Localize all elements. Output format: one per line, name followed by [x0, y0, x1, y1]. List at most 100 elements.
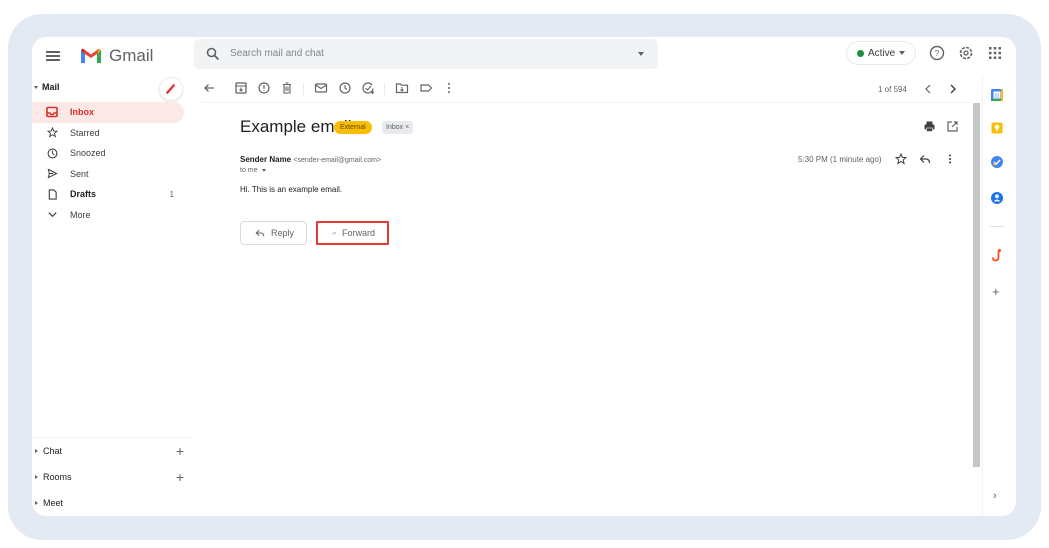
search-icon[interactable] — [206, 47, 220, 61]
sidebar-item-label: Inbox — [70, 107, 94, 118]
side-panel-divider — [982, 77, 983, 516]
app-name: Gmail — [109, 46, 154, 65]
sidebar-divider — [32, 437, 192, 438]
chevron-down-icon — [261, 168, 266, 172]
main-menu-icon[interactable] — [46, 51, 60, 61]
reply-icon[interactable] — [919, 153, 931, 165]
snooze-icon[interactable] — [338, 81, 352, 95]
mail-nav: Inbox Starred Snoozed Sent Drafts 1 More — [32, 102, 184, 225]
reply-label: Reply — [270, 228, 294, 238]
search-bar[interactable]: Search mail and chat — [194, 39, 658, 69]
report-spam-icon[interactable] — [257, 81, 271, 95]
inbox-icon — [46, 106, 58, 118]
chevron-down-icon — [899, 51, 906, 55]
help-icon[interactable]: ? — [929, 45, 945, 61]
reply-button[interactable]: Reply — [240, 221, 307, 245]
toolbar-separator — [384, 83, 385, 95]
sidebar-section-meet[interactable]: Meet — [32, 498, 184, 508]
svg-text:31: 31 — [994, 93, 1000, 99]
sidebar-item-label: Snoozed — [70, 148, 106, 159]
status-label: Active — [868, 47, 896, 59]
sidebar-item-snoozed[interactable]: Snoozed — [32, 143, 184, 164]
inbox-label-chip[interactable]: Inbox × — [382, 121, 414, 134]
reply-icon — [255, 229, 265, 237]
get-addons-button[interactable]: + — [992, 284, 1000, 299]
print-icon[interactable] — [923, 120, 936, 133]
open-new-window-icon[interactable] — [946, 120, 959, 133]
recipient-details-toggle[interactable]: to me — [240, 167, 266, 174]
archive-icon[interactable] — [234, 81, 248, 95]
recipient-label: to me — [240, 167, 258, 174]
move-to-icon[interactable] — [395, 81, 409, 95]
sidebar-section-chat[interactable]: Chat + — [32, 443, 184, 459]
chevron-right-icon[interactable] — [948, 83, 958, 95]
sidebar-item-label: Drafts — [70, 189, 97, 200]
sidebar-item-label: Sent — [70, 168, 89, 179]
email-timestamp: 5:30 PM (1 minute ago) — [798, 155, 882, 164]
side-panel-separator — [990, 226, 1004, 227]
drafts-count: 1 — [169, 189, 174, 199]
more-vert-icon[interactable] — [944, 153, 956, 165]
settings-icon[interactable] — [958, 45, 974, 61]
sidebar-item-label: More — [70, 209, 91, 220]
sidebar-item-sent[interactable]: Sent — [32, 164, 184, 185]
show-side-panel-button[interactable]: › — [993, 490, 997, 502]
mail-section-label: Mail — [42, 82, 60, 92]
sender-name[interactable]: Sender Name — [240, 155, 291, 164]
star-icon — [46, 127, 58, 139]
add-task-icon[interactable] — [361, 81, 375, 95]
scrollbar[interactable] — [973, 103, 980, 467]
search-options-icon[interactable] — [638, 52, 644, 56]
clock-icon — [46, 147, 58, 159]
mail-section-toggle[interactable]: Mail — [32, 82, 60, 92]
expand-icon — [35, 449, 38, 453]
forward-label: Forward — [341, 228, 375, 238]
addon-icon[interactable] — [990, 248, 1004, 262]
more-vert-icon[interactable] — [442, 81, 456, 95]
message-toolbar — [202, 81, 962, 99]
external-badge: External — [334, 121, 372, 134]
keep-icon[interactable] — [990, 121, 1004, 135]
send-icon — [46, 168, 58, 180]
sidebar-item-starred[interactable]: Starred — [32, 123, 184, 144]
label-icon[interactable] — [419, 81, 433, 95]
status-dot-icon — [857, 49, 864, 57]
forward-icon — [332, 231, 336, 235]
sidebar-item-more[interactable]: More — [32, 205, 184, 226]
contacts-icon[interactable] — [990, 191, 1004, 205]
sidebar-item-drafts[interactable]: Drafts 1 — [32, 184, 184, 205]
sidebar-item-label: Starred — [70, 127, 100, 138]
chevron-left-icon[interactable] — [923, 83, 933, 95]
search-input[interactable]: Search mail and chat — [230, 48, 324, 59]
collapse-icon — [34, 86, 38, 90]
toolbar-divider — [202, 102, 972, 103]
email-body: Hi. This is an example email. — [240, 185, 343, 194]
tasks-icon[interactable] — [990, 155, 1004, 169]
delete-icon[interactable] — [280, 81, 294, 95]
mark-unread-icon[interactable] — [314, 81, 328, 95]
star-icon[interactable] — [895, 153, 907, 165]
sidebar-section-rooms[interactable]: Rooms + — [32, 469, 184, 485]
draft-icon — [46, 188, 58, 200]
expand-icon — [35, 475, 38, 479]
status-button[interactable]: Active — [846, 41, 916, 65]
gmail-window: Gmail Search mail and chat Active ? Mail — [32, 37, 1016, 516]
forward-button[interactable]: Forward — [316, 221, 389, 245]
apps-grid-icon[interactable] — [987, 45, 1003, 61]
sender-line: Sender Name <sender-email@gmail.com> — [240, 155, 381, 164]
expand-icon — [35, 501, 38, 505]
section-label: Chat — [43, 446, 63, 456]
section-label: Meet — [43, 498, 64, 508]
back-arrow-icon[interactable] — [202, 81, 216, 95]
sidebar-item-inbox[interactable]: Inbox — [32, 102, 184, 123]
pencil-icon — [166, 84, 175, 94]
sender-email: <sender-email@gmail.com> — [293, 157, 382, 164]
calendar-icon[interactable]: 31 — [990, 88, 1004, 102]
section-label: Rooms — [43, 472, 72, 482]
gmail-logo-icon[interactable] — [80, 47, 102, 64]
add-chat-icon[interactable]: + — [176, 443, 184, 459]
compose-button[interactable] — [159, 77, 183, 101]
pagination-label: 1 of 594 — [878, 85, 907, 94]
chevron-down-icon — [46, 209, 58, 221]
add-room-icon[interactable]: + — [176, 469, 184, 485]
